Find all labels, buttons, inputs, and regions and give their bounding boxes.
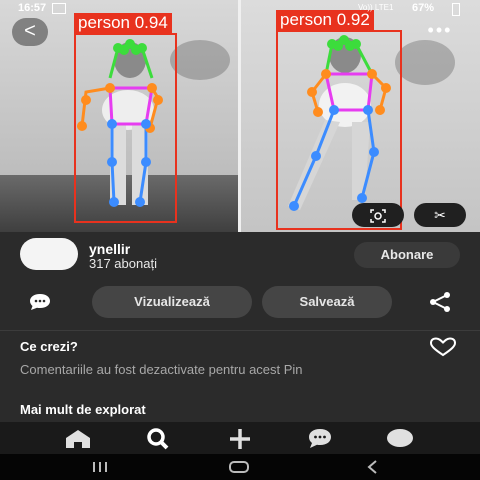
username[interactable]: ynellir <box>89 241 130 257</box>
gallery-notification-icon <box>52 3 66 14</box>
comments-title: Ce crezi? <box>20 339 78 354</box>
pose-skeleton-overlay <box>77 35 391 211</box>
detection-box-left <box>74 33 177 223</box>
heart-icon <box>429 337 457 357</box>
chat-bubble-icon <box>30 294 50 310</box>
battery-icon <box>452 3 460 16</box>
subscriber-count: 317 abonați <box>89 256 157 271</box>
divider <box>0 330 480 331</box>
cutout-button[interactable]: ✂ <box>414 203 466 227</box>
visual-search-button[interactable] <box>352 203 404 227</box>
messages-icon <box>309 429 331 448</box>
back-arrow-icon: < <box>24 20 36 42</box>
recents-icon[interactable] <box>90 460 110 474</box>
lens-icon <box>370 209 386 223</box>
detection-box-right <box>276 30 402 230</box>
more-icon: ••• <box>427 20 453 40</box>
profile-icon <box>387 429 413 447</box>
home-icon <box>66 430 90 448</box>
nav-search[interactable] <box>138 422 178 454</box>
save-button[interactable]: Salvează <box>262 286 392 318</box>
pin-image[interactable]: person 0.94 person 0.92 <box>0 0 480 232</box>
nav-messages[interactable] <box>300 422 340 454</box>
scissors-icon: ✂ <box>434 207 446 223</box>
plus-icon <box>230 429 250 449</box>
signal-indicator: Vo)) LTE1 <box>358 3 394 12</box>
share-button[interactable] <box>428 291 452 313</box>
subscribe-button[interactable]: Abonare <box>354 242 460 268</box>
comment-button[interactable] <box>26 291 54 313</box>
status-time: 16:57 <box>18 2 47 14</box>
search-icon <box>147 428 169 450</box>
back-button[interactable]: < <box>12 18 48 46</box>
nav-create[interactable] <box>220 422 260 454</box>
avatar[interactable] <box>20 238 78 270</box>
nav-home[interactable] <box>58 422 98 454</box>
back-system-icon[interactable] <box>364 460 380 474</box>
more-options-button[interactable]: ••• <box>420 20 460 44</box>
battery-percent: 67% <box>412 2 435 14</box>
react-button[interactable] <box>428 337 458 357</box>
comments-disabled-text: Comentariile au fost dezactivate pentru … <box>20 362 303 377</box>
visualize-button[interactable]: Vizualizează <box>92 286 252 318</box>
home-system-icon[interactable] <box>228 460 250 474</box>
status-bar: 16:57 Vo)) LTE1 67% <box>0 0 480 18</box>
more-to-explore-heading: Mai mult de explorat <box>20 402 146 417</box>
system-navigation-bar <box>0 454 480 480</box>
nav-profile[interactable] <box>380 422 420 454</box>
share-icon <box>430 292 450 312</box>
bottom-navigation <box>0 422 480 454</box>
